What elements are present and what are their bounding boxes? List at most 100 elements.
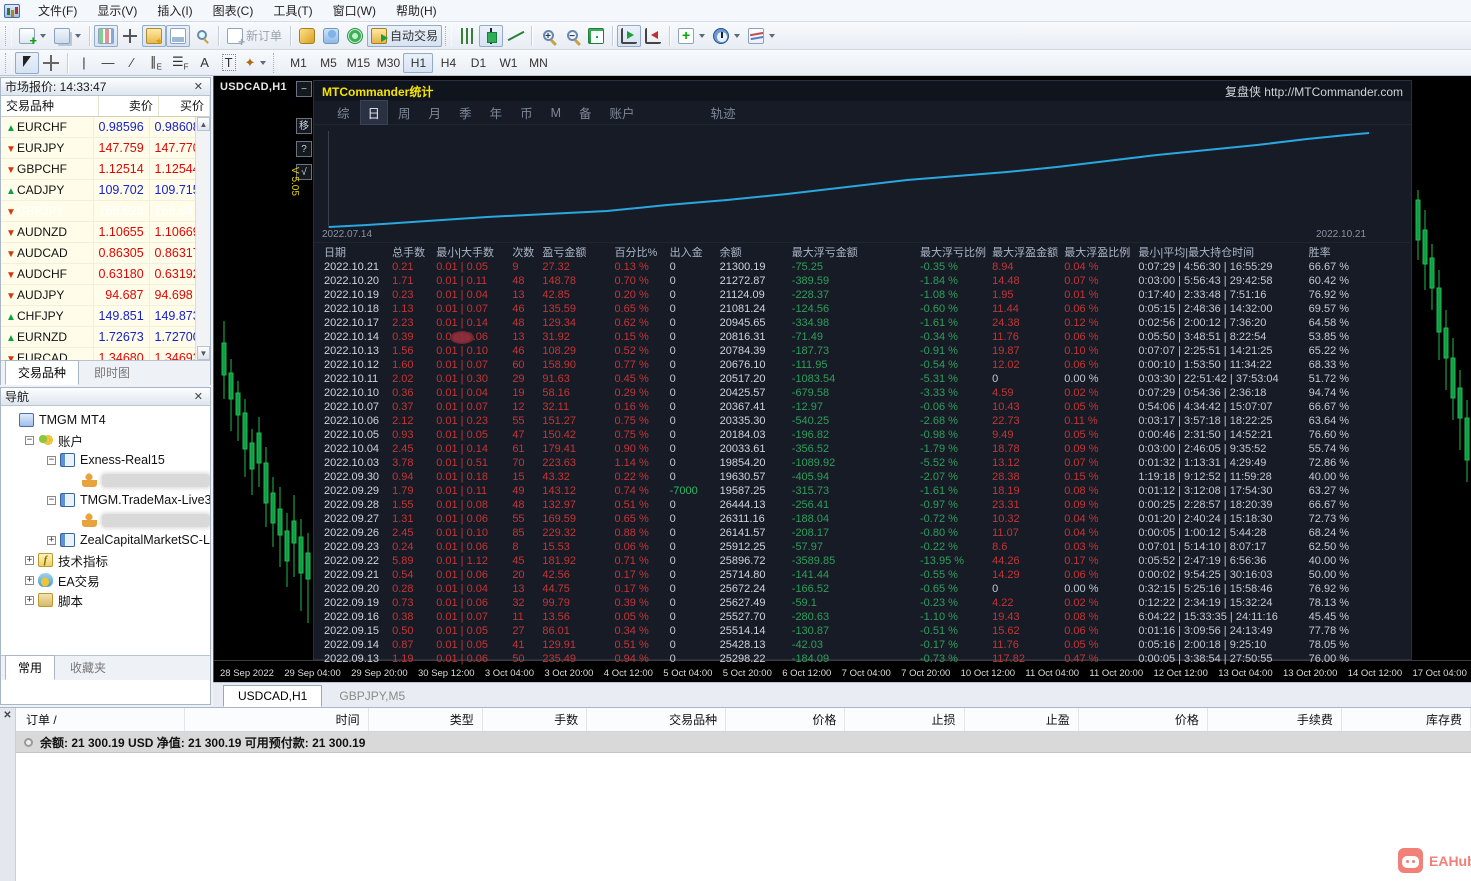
navigator-tab[interactable]: 常用	[5, 655, 56, 680]
text-button[interactable]: A	[193, 52, 217, 74]
data-window-button[interactable]	[118, 25, 142, 47]
menu-item[interactable]: 帮助(H)	[386, 1, 447, 21]
profiles-button[interactable]	[50, 25, 85, 47]
timeframe-button[interactable]: H1	[403, 52, 434, 73]
close-icon[interactable]: ✕	[2, 710, 14, 722]
terminal-column[interactable]: 类型	[369, 708, 483, 731]
quote-row[interactable]: AUDNZD 1.10655 1.10669	[1, 221, 198, 243]
stats-row[interactable]: 2022.10.18 1.13 0.01 | 0.07 46 135.59 0.…	[322, 302, 1419, 316]
market-watch-header-row[interactable]: 交易品种 卖价 买价	[1, 96, 211, 117]
stats-row[interactable]: 2022.10.04 2.45 0.01 | 0.14 61 179.41 0.…	[322, 442, 1419, 456]
stats-row[interactable]: 2022.09.19 0.73 0.01 | 0.06 32 99.79 0.3…	[322, 596, 1419, 610]
overlay-menu-item[interactable]: 周	[391, 101, 418, 124]
quote-row[interactable]: EURCHF 0.98596 0.98608	[1, 116, 198, 138]
quote-row[interactable]: EURCAD 1.34680 1.34693	[1, 347, 198, 360]
text-label-button[interactable]: T	[217, 52, 241, 74]
arrows-button[interactable]: ✦	[241, 52, 271, 74]
column-bid[interactable]: 卖价	[98, 96, 159, 117]
vertical-line-button[interactable]: |	[72, 52, 96, 74]
stats-row[interactable]: 2022.09.15 0.50 0.01 | 0.05 27 86.01 0.3…	[322, 624, 1419, 638]
quote-row[interactable]: GBPJPY 168.623 168.647	[1, 200, 198, 222]
chart-shift-button[interactable]	[641, 25, 665, 47]
menu-item[interactable]: 显示(V)	[87, 1, 147, 21]
terminal-column[interactable]: 价格	[726, 708, 846, 731]
timeframe-button[interactable]: MN	[523, 53, 553, 73]
menu-item[interactable]: 窗口(W)	[323, 1, 386, 21]
autotrading-button[interactable]: 自动交易	[367, 24, 443, 47]
stats-row[interactable]: 2022.09.22 5.89 0.01 | 1.12 45 181.92 0.…	[322, 554, 1419, 568]
zoom-out-button[interactable]: −	[560, 25, 584, 47]
toolbar-grip[interactable]	[5, 25, 12, 46]
stats-row[interactable]: 2022.09.28 1.55 0.01 | 0.08 48 132.97 0.…	[322, 498, 1419, 512]
timeframe-button[interactable]: W1	[493, 53, 523, 73]
overlay-menu-item[interactable]: M	[544, 104, 568, 122]
channel-button[interactable]: ∥E	[144, 52, 168, 74]
trendline-button[interactable]: ∕	[120, 52, 144, 74]
navigator-tree-item[interactable]: ZealCapitalMarketSC-Li	[1, 530, 210, 550]
navigator-tree-item[interactable]	[1, 470, 210, 490]
timeframe-button[interactable]: H4	[433, 53, 463, 73]
expand-toggle-icon[interactable]	[25, 595, 34, 605]
indicators-button[interactable]	[674, 25, 709, 47]
column-ask[interactable]: 买价	[158, 96, 211, 117]
timeframe-button[interactable]: M30	[373, 53, 403, 73]
quote-row[interactable]: EURNZD 1.72673 1.72700	[1, 326, 198, 348]
stats-row[interactable]: 2022.10.13 1.56 0.01 | 0.10 46 108.29 0.…	[322, 344, 1419, 358]
menu-item[interactable]: 插入(I)	[147, 1, 202, 21]
stats-row[interactable]: 2022.09.29 1.79 0.01 | 0.11 49 143.12 0.…	[322, 484, 1419, 498]
navigator-tree-item[interactable]: 技术指标	[1, 550, 210, 570]
strategy-tester-button[interactable]	[190, 25, 214, 47]
market-watch-tab[interactable]: 即时图	[81, 360, 143, 385]
timeframe-button[interactable]: M15	[343, 53, 373, 73]
bar-chart-button[interactable]	[455, 25, 479, 47]
quote-row[interactable]: EURJPY 147.759 147.770	[1, 137, 198, 159]
line-chart-button[interactable]	[503, 25, 527, 47]
navigator-tree-item[interactable]: 脚本	[1, 590, 210, 610]
fibonacci-button[interactable]: ☰F	[168, 52, 193, 74]
tile-windows-button[interactable]	[584, 25, 608, 47]
auto-scroll-button[interactable]	[617, 24, 642, 47]
market-watch-scrollbar[interactable]: ▲ ▼	[195, 116, 210, 360]
expand-toggle-icon[interactable]	[25, 575, 34, 585]
stats-row[interactable]: 2022.10.20 1.71 0.01 | 0.11 48 148.78 0.…	[322, 274, 1419, 288]
candlestick-button[interactable]	[479, 24, 504, 47]
navigator-tree-item[interactable]: TMGM.TradeMax-Live3	[1, 490, 210, 510]
stats-row[interactable]: 2022.10.17 2.23 0.01 | 0.14 48 129.34 0.…	[322, 316, 1419, 330]
crosshair-button[interactable]	[39, 52, 63, 74]
column-order[interactable]: 订单 /	[16, 708, 185, 731]
menu-item[interactable]: 图表(C)	[203, 1, 264, 21]
stats-row[interactable]: 2022.09.13 1.19 0.01 | 0.06 50 235.49 0.…	[322, 652, 1419, 666]
menu-item[interactable]: 文件(F)	[28, 1, 87, 21]
community-button[interactable]	[319, 25, 343, 47]
close-icon[interactable]: ✕	[191, 390, 206, 403]
close-icon[interactable]: ✕	[191, 80, 206, 93]
quote-row[interactable]: GBPCHF 1.12514 1.12544	[1, 158, 198, 180]
market-watch-tab[interactable]: 交易品种	[5, 359, 80, 385]
market-watch-toggle[interactable]	[94, 24, 118, 47]
scroll-up-icon[interactable]: ▲	[197, 116, 210, 131]
overlay-menu-item[interactable]: 账户	[603, 101, 642, 124]
timeframe-button[interactable]: M1	[283, 53, 313, 73]
new-chart-button[interactable]	[15, 25, 50, 48]
menu-item[interactable]: 工具(T)	[263, 1, 322, 21]
stats-row[interactable]: 2022.10.06 2.12 0.01 | 0.23 55 151.27 0.…	[322, 414, 1419, 428]
stats-row[interactable]: 2022.09.14 0.87 0.01 | 0.05 41 129.91 0.…	[322, 638, 1419, 652]
expand-toggle-icon[interactable]	[47, 455, 56, 465]
stats-row[interactable]: 2022.09.27 1.31 0.01 | 0.06 55 169.59 0.…	[322, 512, 1419, 526]
overlay-side-button[interactable]: ?	[296, 141, 312, 157]
cursor-button[interactable]	[15, 51, 39, 74]
chart-tab[interactable]: USDCAD,H1	[223, 685, 323, 707]
stats-row[interactable]: 2022.10.05 0.93 0.01 | 0.05 47 150.42 0.…	[322, 428, 1419, 442]
balance-row[interactable]: 余额: 21 300.19 USD 净值: 21 300.19 可用预付款: 2…	[16, 732, 1471, 753]
stats-row[interactable]: 2022.10.12 1.60 0.01 | 0.07 60 158.90 0.…	[322, 358, 1419, 372]
navigator-toggle[interactable]	[142, 24, 166, 47]
stats-row[interactable]: 2022.10.19 0.23 0.01 | 0.04 13 42.85 0.2…	[322, 288, 1419, 302]
stats-row[interactable]: 2022.09.26 2.45 0.01 | 0.10 85 229.32 0.…	[322, 526, 1419, 540]
overlay-menu-item[interactable]: 季	[452, 101, 479, 124]
overlay-menu-item[interactable]: 综	[330, 101, 357, 124]
terminal-column[interactable]: 止损	[845, 708, 965, 731]
terminal-column[interactable]: 时间	[185, 708, 369, 731]
terminal-column[interactable]: 手续费	[1208, 708, 1342, 731]
overlay-menu-item[interactable]: 币	[513, 101, 540, 124]
navigator-tree-item[interactable]: 账户	[1, 430, 210, 450]
